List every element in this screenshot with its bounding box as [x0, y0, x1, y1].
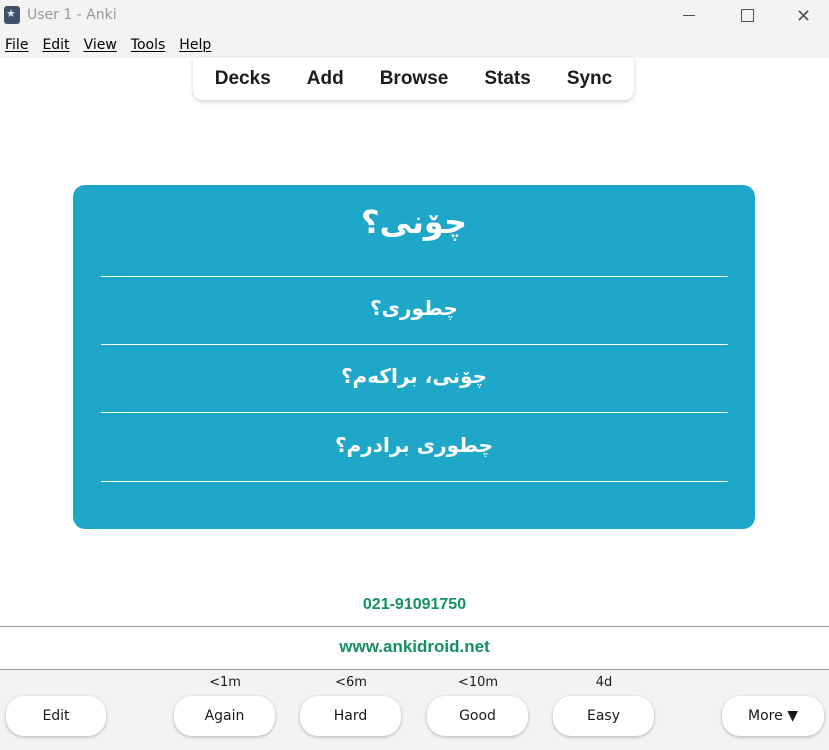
toolbar-browse[interactable]: Browse: [362, 68, 467, 90]
menu-edit[interactable]: Edit: [36, 37, 75, 53]
toolbar-decks[interactable]: Decks: [197, 68, 289, 90]
hard-interval: <6m: [335, 675, 367, 690]
card-divider: [101, 344, 728, 345]
phone-number: 021-91091750: [362, 596, 467, 613]
card-divider: [101, 412, 728, 413]
menu-view[interactable]: View: [78, 37, 123, 53]
website-link[interactable]: www.ankidroid.net: [0, 637, 829, 657]
menu-tools[interactable]: Tools: [125, 37, 172, 53]
again-interval: <1m: [209, 675, 241, 690]
toolbar-sync[interactable]: Sync: [549, 68, 630, 90]
anki-window: User 1 - Anki ✕ File Edit View Tools Hel…: [0, 0, 829, 750]
flashcard: چۆنی؟ چطوری؟ چۆنی، براکەم؟ چطوری برادرم؟: [73, 185, 755, 529]
window-title: User 1 - Anki: [27, 7, 117, 23]
menu-bar: File Edit View Tools Help: [0, 32, 829, 58]
menu-help[interactable]: Help: [173, 37, 217, 53]
maximize-icon: [741, 9, 754, 22]
close-icon: ✕: [796, 6, 812, 27]
card-divider: [101, 276, 728, 277]
again-button[interactable]: Again: [174, 696, 275, 736]
divider: [0, 626, 829, 627]
menu-file[interactable]: File: [0, 37, 34, 53]
easy-button[interactable]: Easy: [553, 696, 654, 736]
title-bar: User 1 - Anki ✕: [0, 0, 829, 32]
good-interval: <10m: [457, 675, 499, 690]
more-button[interactable]: More ▼: [722, 696, 824, 736]
card-question: چۆنی؟: [360, 203, 468, 241]
toolbar-add[interactable]: Add: [289, 68, 362, 90]
anki-star-icon: [4, 6, 20, 24]
edit-button[interactable]: Edit: [6, 696, 106, 736]
card-answer-line: چطوری برادرم؟: [334, 433, 494, 457]
easy-interval: 4d: [595, 675, 613, 690]
minimize-icon: [683, 15, 695, 16]
main-toolbar: Decks Add Browse Stats Sync: [193, 58, 634, 100]
answer-bar: Edit <1m Again <6m Hard <10m Good 4d Eas…: [0, 670, 829, 750]
minimize-button[interactable]: [660, 0, 720, 32]
hard-button[interactable]: Hard: [300, 696, 401, 736]
card-answer-line: چۆنی، براکەم؟: [340, 364, 488, 388]
close-button[interactable]: ✕: [776, 0, 829, 32]
card-divider: [101, 481, 728, 482]
maximize-button[interactable]: [717, 0, 777, 32]
toolbar-stats[interactable]: Stats: [466, 68, 548, 90]
card-answer-line: چطوری؟: [370, 296, 458, 320]
good-button[interactable]: Good: [427, 696, 528, 736]
